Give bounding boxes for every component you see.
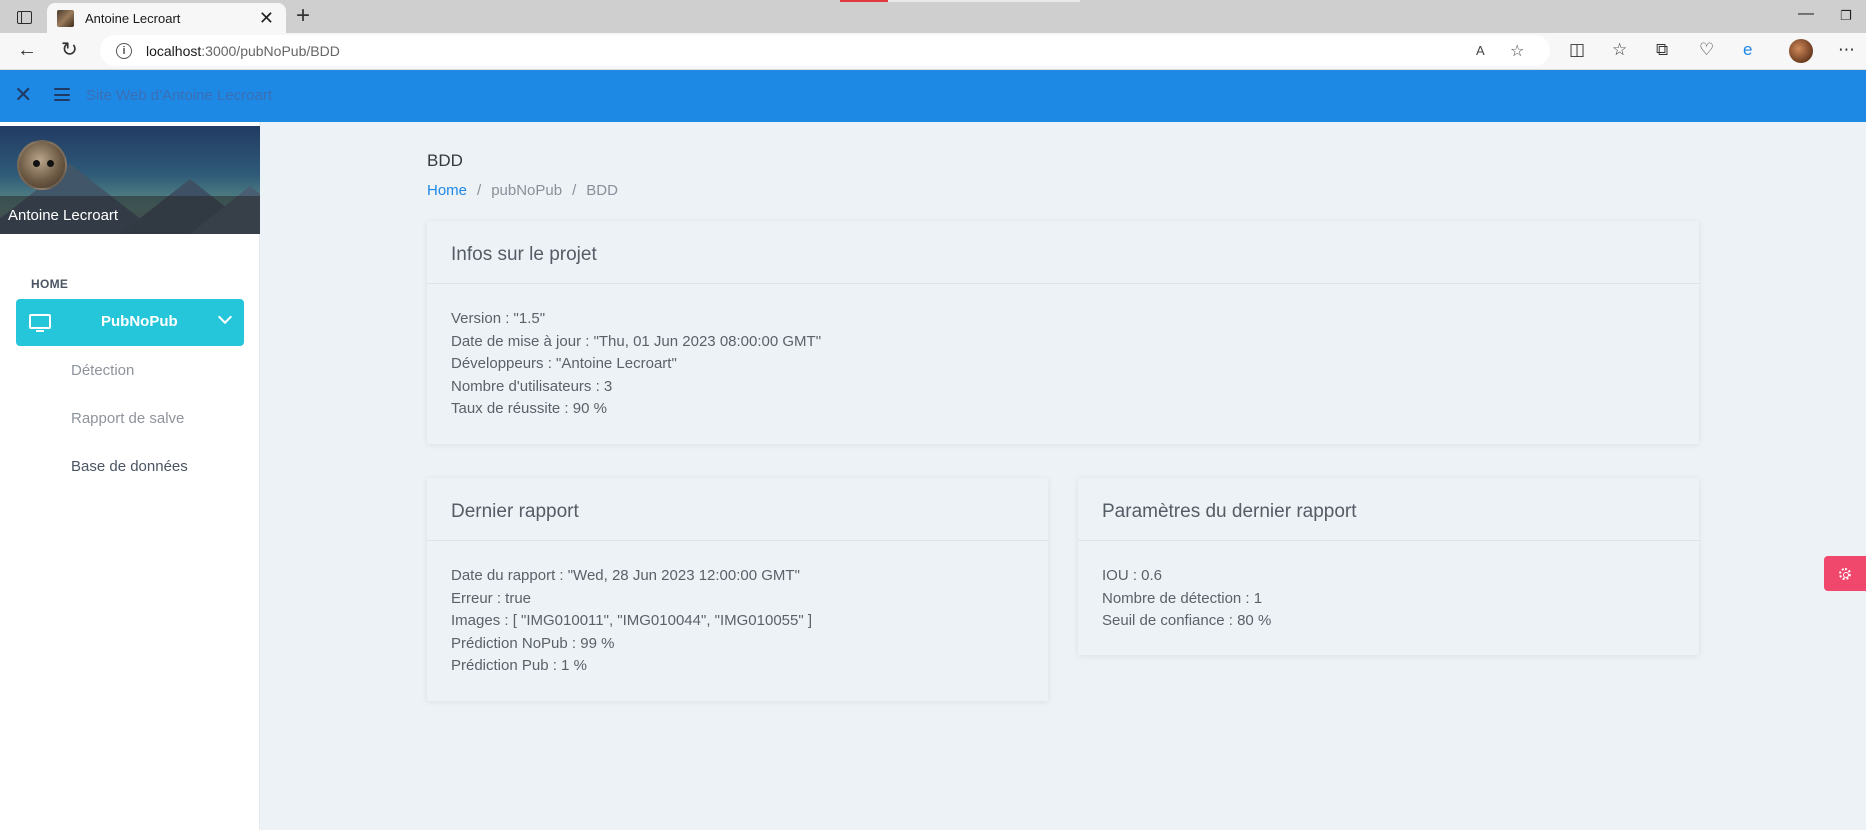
info-line: Taux de réussite : 90 % xyxy=(451,400,607,418)
split-screen-icon[interactable]: ◫ xyxy=(1569,41,1585,58)
info-line: Date du rapport : "Wed, 28 Jun 2023 12:0… xyxy=(451,567,800,584)
breadcrumb-separator: / xyxy=(477,182,482,199)
info-line: Prédiction NoPub : 99 % xyxy=(451,634,615,652)
browser-tab-bar: Antoine Lecroart ✕ + — ❐ xyxy=(0,0,1866,33)
gear-icon xyxy=(1839,567,1851,580)
card-divider xyxy=(427,283,1699,284)
tab-favicon-icon xyxy=(57,9,74,27)
url-text: localhost:3000/pubNoPub/BDD xyxy=(146,42,340,59)
card-body: Version : "1.5" Date de mise à jour : "T… xyxy=(451,308,821,421)
browser-toolbar: ← ↻ i localhost:3000/pubNoPub/BDD A ☆ ◫ … xyxy=(0,33,1866,70)
back-icon[interactable]: ← xyxy=(17,40,37,60)
breadcrumb-separator: / xyxy=(572,182,577,199)
card-title: Dernier rapport xyxy=(451,501,579,522)
last-report-card: Dernier rapport Date du rapport : "Wed, … xyxy=(427,478,1048,701)
sidebar-item-rapport-de-salve[interactable]: Rapport de salve xyxy=(71,410,184,427)
chevron-down-icon xyxy=(217,309,233,325)
breadcrumb-pubnopub: pubNoPub xyxy=(491,182,563,199)
sidebar: Antoine Lecroart HOME PubNoPub Détection… xyxy=(0,122,260,830)
breadcrumb-bdd: BDD xyxy=(586,182,618,199)
more-options-icon[interactable]: ⋯ xyxy=(1838,41,1855,58)
menu-icon[interactable] xyxy=(54,88,70,101)
last-report-params-card: Paramètres du dernier rapport IOU : 0.6 … xyxy=(1078,478,1699,655)
minimize-icon[interactable]: — xyxy=(1798,5,1814,23)
read-aloud-icon[interactable]: A xyxy=(1476,43,1485,58)
info-line: Prédiction Pub : 1 % xyxy=(451,657,587,675)
info-line: Images : [ "IMG010011", "IMG010044", "IM… xyxy=(451,612,813,630)
browser-essentials-icon[interactable]: ♡ xyxy=(1699,41,1714,58)
user-name: Antoine Lecroart xyxy=(8,207,119,224)
page-title: BDD xyxy=(427,151,463,170)
info-line: Date de mise à jour : "Thu, 01 Jun 2023 … xyxy=(451,332,822,350)
sidebar-item-detection[interactable]: Détection xyxy=(71,362,134,379)
app-header: ✕ Site Web d'Antoine Lecroart xyxy=(0,70,1866,122)
card-title: Infos sur le projet xyxy=(451,244,597,265)
card-body: IOU : 0.6 Nombre de détection : 1 Seuil … xyxy=(1102,565,1271,633)
breadcrumb-home[interactable]: Home xyxy=(427,182,467,199)
info-line: Version : "1.5" xyxy=(451,310,546,327)
breadcrumb: Home / pubNoPub / BDD xyxy=(427,182,618,199)
info-line: IOU : 0.6 xyxy=(1102,567,1163,584)
card-divider xyxy=(1078,540,1699,541)
profile-avatar[interactable] xyxy=(1789,39,1813,63)
card-divider xyxy=(427,540,1048,541)
favorite-star-icon[interactable]: ☆ xyxy=(1510,41,1524,61)
info-line: Nombre d'utilisateurs : 3 xyxy=(451,377,613,395)
browser-tab[interactable]: Antoine Lecroart ✕ xyxy=(47,3,286,33)
info-line: Développeurs : "Antoine Lecroart" xyxy=(451,355,677,373)
sidebar-item-label: PubNoPub xyxy=(101,313,178,330)
sidebar-item-base-de-donnees[interactable]: Base de données xyxy=(71,458,188,475)
restore-icon[interactable]: ❐ xyxy=(1840,8,1852,24)
sidebar-item-pubnopub[interactable]: PubNoPub xyxy=(16,299,244,346)
tab-title: Antoine Lecroart xyxy=(85,10,181,26)
site-title: Site Web d'Antoine Lecroart xyxy=(86,87,273,104)
favorites-icon[interactable]: ☆ xyxy=(1612,41,1627,58)
reload-icon[interactable]: ↻ xyxy=(61,40,78,60)
info-line: Erreur : true xyxy=(451,589,532,607)
new-tab-icon[interactable]: + xyxy=(296,4,310,28)
nav-section-header: HOME xyxy=(31,277,69,291)
project-info-card: Infos sur le projet Version : "1.5" Date… xyxy=(427,221,1699,444)
recording-indicator-track xyxy=(888,0,1080,2)
edge-icon[interactable]: e xyxy=(1743,41,1752,58)
close-sidebar-icon[interactable]: ✕ xyxy=(14,84,32,106)
recording-indicator xyxy=(840,0,888,2)
info-line: Nombre de détection : 1 xyxy=(1102,589,1263,607)
card-body: Date du rapport : "Wed, 28 Jun 2023 12:0… xyxy=(451,565,812,678)
monitor-icon xyxy=(29,314,51,332)
card-title: Paramètres du dernier rapport xyxy=(1102,501,1357,522)
avatar xyxy=(17,140,67,190)
settings-button[interactable] xyxy=(1824,556,1866,591)
address-bar[interactable]: i localhost:3000/pubNoPub/BDD A ☆ xyxy=(100,35,1550,66)
site-info-icon[interactable]: i xyxy=(116,42,132,59)
collections-icon[interactable]: ⧉ xyxy=(1656,41,1668,58)
info-line: Seuil de confiance : 80 % xyxy=(1102,612,1272,630)
tab-close-icon[interactable]: ✕ xyxy=(259,9,274,27)
profile-card: Antoine Lecroart xyxy=(0,126,260,234)
tab-actions-icon[interactable] xyxy=(10,7,38,27)
